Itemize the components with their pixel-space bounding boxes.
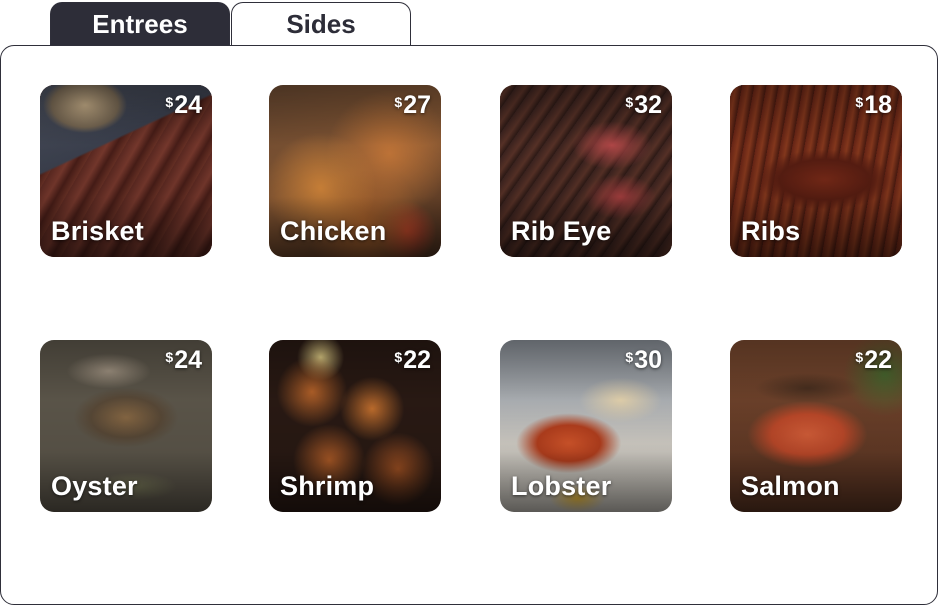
item-price: $18	[855, 91, 892, 119]
menu-tabs: Entrees Sides	[50, 2, 411, 46]
menu-item-salmon[interactable]: $22 Salmon	[730, 340, 902, 512]
item-price: $32	[625, 91, 662, 119]
menu-panel: $24 Brisket $27 Chicken $32 Rib Eye $18 …	[0, 45, 938, 605]
item-name: Lobster	[511, 471, 612, 501]
item-name: Rib Eye	[511, 216, 612, 246]
menu-item-chicken[interactable]: $27 Chicken	[269, 85, 441, 257]
item-name: Shrimp	[280, 471, 375, 501]
item-price: $30	[625, 346, 662, 374]
menu-item-shrimp[interactable]: $22 Shrimp	[269, 340, 441, 512]
item-price: $24	[165, 91, 202, 119]
item-name: Oyster	[51, 471, 138, 501]
tab-sides[interactable]: Sides	[231, 2, 411, 45]
menu-item-ribs[interactable]: $18 Ribs	[730, 85, 902, 257]
menu-item-brisket[interactable]: $24 Brisket	[40, 85, 212, 257]
item-name: Chicken	[280, 216, 387, 246]
menu-item-rib-eye[interactable]: $32 Rib Eye	[500, 85, 672, 257]
item-name: Brisket	[51, 216, 144, 246]
item-name: Ribs	[741, 216, 801, 246]
item-name: Salmon	[741, 471, 840, 501]
tab-entrees[interactable]: Entrees	[50, 2, 230, 45]
item-price: $27	[394, 91, 431, 119]
menu-item-oyster[interactable]: $24 Oyster	[40, 340, 212, 512]
item-price: $22	[855, 346, 892, 374]
item-price: $24	[165, 346, 202, 374]
item-price: $22	[394, 346, 431, 374]
menu-item-lobster[interactable]: $30 Lobster	[500, 340, 672, 512]
